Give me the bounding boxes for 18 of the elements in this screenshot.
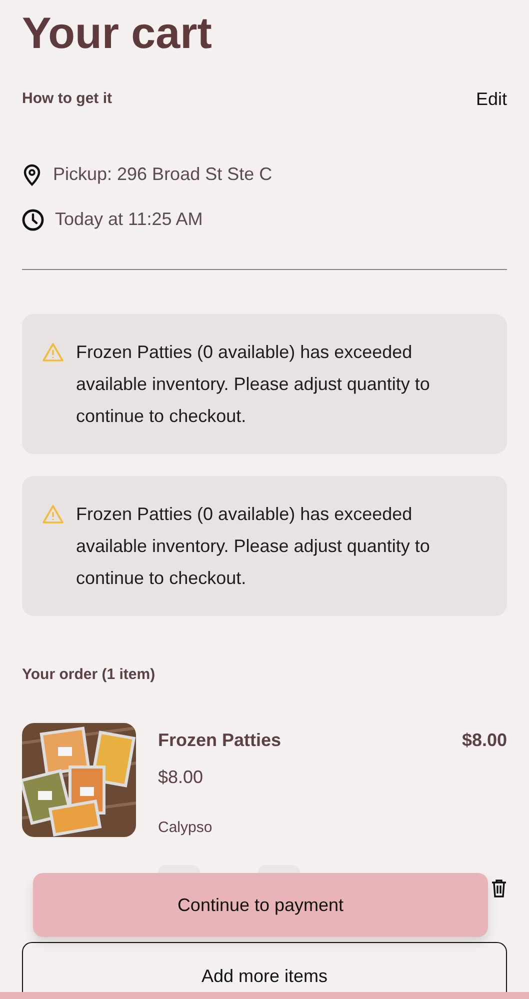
fulfillment-detail: Today at 11:25 AM: [55, 208, 203, 231]
continue-to-payment-button[interactable]: Continue to payment: [33, 873, 488, 937]
warning-icon: [42, 504, 64, 524]
alert-message: Frozen Patties (0 available) has exceeded available inventory. Please adjust quantity to continue to checkout.: [76, 503, 431, 590]
fulfillment-detail: Pickup: 296 Broad St Ste C: [53, 163, 272, 186]
page-title: Your cart: [22, 12, 212, 56]
edit-link[interactable]: Edit: [476, 86, 507, 113]
clock-icon: [22, 208, 44, 230]
section-heading: How to get it: [22, 89, 112, 110]
variant-label: Calypso: [158, 818, 212, 838]
alert-message: Frozen Patties (0 available) has exceeded available inventory. Please adjust quantity to continue to checkout.: [76, 341, 431, 428]
trash-icon[interactable]: [491, 879, 507, 898]
warning-icon: [42, 342, 64, 362]
location-pin-icon: [22, 164, 42, 186]
product-name: Frozen Patties: [158, 728, 282, 752]
order-heading: Your order (1 item): [22, 665, 156, 685]
unit-price: $8.00: [158, 766, 204, 788]
line-total: $8.00: [462, 728, 507, 752]
